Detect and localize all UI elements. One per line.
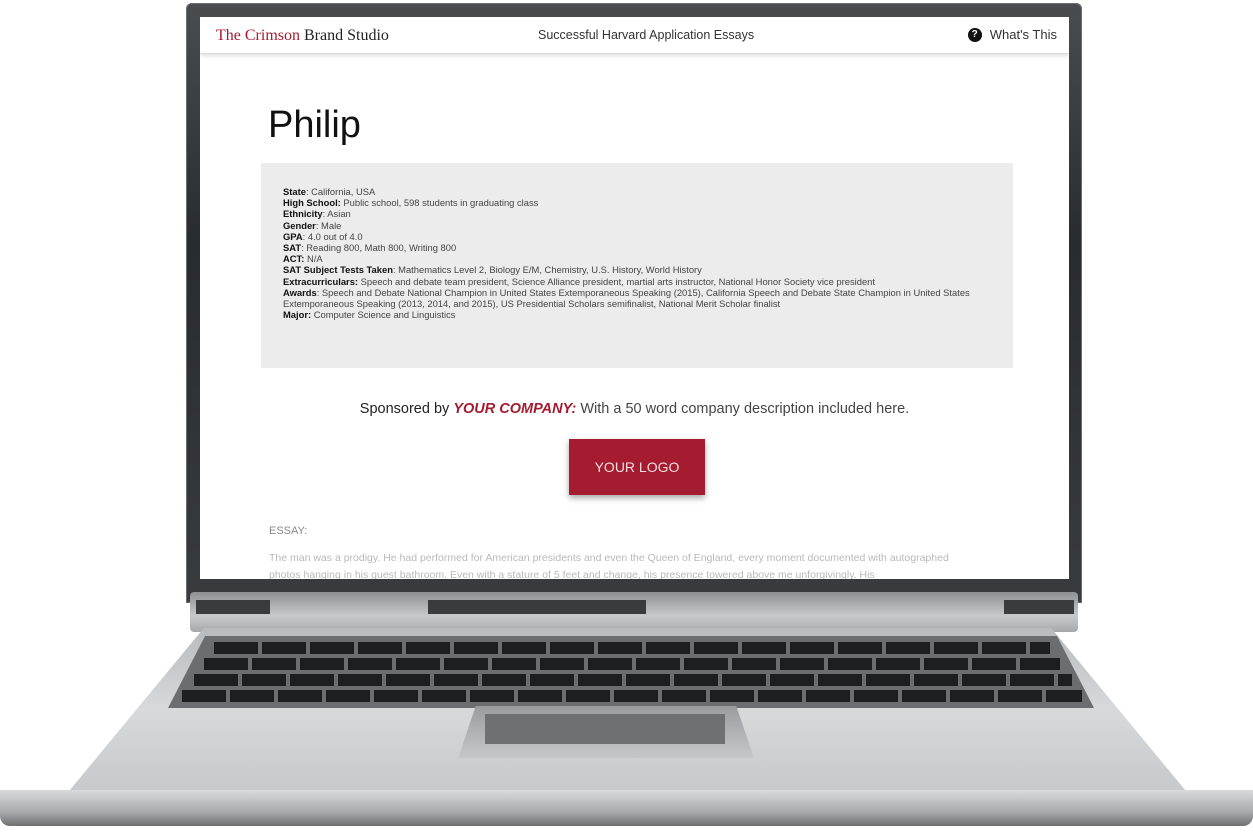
stat-value: California, USA	[311, 186, 376, 197]
stat-value: Asian	[327, 208, 351, 220]
hinge-slot-right	[1004, 600, 1074, 614]
stat-value: Computer Science and Linguistics	[313, 309, 456, 321]
profile-row: GPA: 4.0 out of 4.0	[283, 230, 363, 242]
profile-row: High School: Public school, 598 students…	[283, 197, 1008, 208]
profile-row: SAT: Reading 800, Math 800, Writing 800	[283, 242, 457, 254]
browser-screen: The Crimson Brand Studio Successful Harv…	[200, 17, 1069, 579]
stat-label: Ethnicity	[283, 208, 323, 220]
profile-row: ACT: N/A	[283, 253, 1008, 264]
brand-logo[interactable]: The Crimson Brand Studio	[216, 27, 389, 45]
stat-label: SAT	[283, 242, 302, 254]
sponsor-logo-button[interactable]: YOUR LOGO	[569, 439, 705, 495]
sponsor-line: Sponsored by YOUR COMPANY: With a 50 wor…	[200, 401, 1069, 417]
profile-stats-list: State: California, USA High School: Publ…	[283, 186, 1008, 320]
laptop-touchpad	[485, 714, 725, 744]
profile-row: Ethnicity: Asian	[283, 208, 351, 220]
stat-label: Extracurriculars:	[283, 275, 359, 287]
stat-label: High School:	[283, 197, 341, 209]
essay-body: The man was a prodigy. He had performed …	[269, 552, 949, 579]
sponsor-description: With a 50 word company description inclu…	[576, 401, 910, 417]
stat-value: Public school, 598 students in graduatin…	[343, 197, 539, 209]
stat-label: Gender	[283, 219, 316, 231]
profile-stats-box: State: California, USA High School: Publ…	[261, 163, 1013, 368]
stat-label: SAT Subject Tests Taken	[283, 264, 393, 276]
brand-rest-text: Brand Studio	[300, 27, 389, 44]
whats-this-label: What's This	[989, 27, 1057, 42]
laptop-front-edge	[0, 790, 1253, 826]
hinge-slot-left	[196, 600, 270, 614]
key-row	[214, 642, 1050, 654]
profile-row: Gender: Male	[283, 219, 342, 231]
top-nav-bar: The Crimson Brand Studio Successful Harv…	[200, 17, 1069, 54]
key-row	[194, 674, 1072, 686]
stat-label: Awards	[283, 286, 317, 298]
key-row	[204, 658, 1060, 670]
stat-label: Major:	[283, 309, 312, 321]
page-title: Philip	[268, 104, 361, 146]
sponsor-lead: Sponsored by	[359, 401, 454, 417]
stat-label: State	[283, 186, 306, 197]
profile-row: State: California, USA	[283, 186, 376, 197]
profile-row: Extracurriculars: Speech and debate team…	[283, 276, 1008, 287]
profile-row: Major: Computer Science and Linguistics	[283, 309, 1008, 320]
key-row	[182, 690, 1082, 702]
hinge-slot-center	[428, 600, 646, 614]
stat-value: 4.0 out of 4.0	[307, 230, 363, 242]
question-icon: ?	[967, 27, 982, 42]
stat-label: GPA	[283, 230, 303, 242]
stat-value: N/A	[306, 253, 323, 265]
stat-value: Reading 800, Math 800, Writing 800	[306, 242, 457, 254]
profile-row: SAT Subject Tests Taken: Mathematics Lev…	[283, 264, 702, 276]
sponsor-company: YOUR COMPANY:	[453, 401, 577, 417]
stat-value: Speech and Debate National Champion in U…	[283, 286, 970, 310]
essay-label: ESSAY:	[269, 525, 308, 537]
brand-accent-text: The Crimson	[216, 27, 300, 44]
stat-value: Speech and debate team president, Scienc…	[360, 275, 875, 287]
site-title: Successful Harvard Application Essays	[538, 28, 755, 42]
stat-value: Male	[321, 219, 342, 231]
profile-row: Awards: Speech and Debate National Champ…	[283, 286, 970, 310]
whats-this-button[interactable]: ? What's This	[967, 27, 1057, 42]
stat-label: ACT:	[283, 253, 305, 265]
stat-value: Mathematics Level 2, Biology E/M, Chemis…	[398, 264, 702, 276]
